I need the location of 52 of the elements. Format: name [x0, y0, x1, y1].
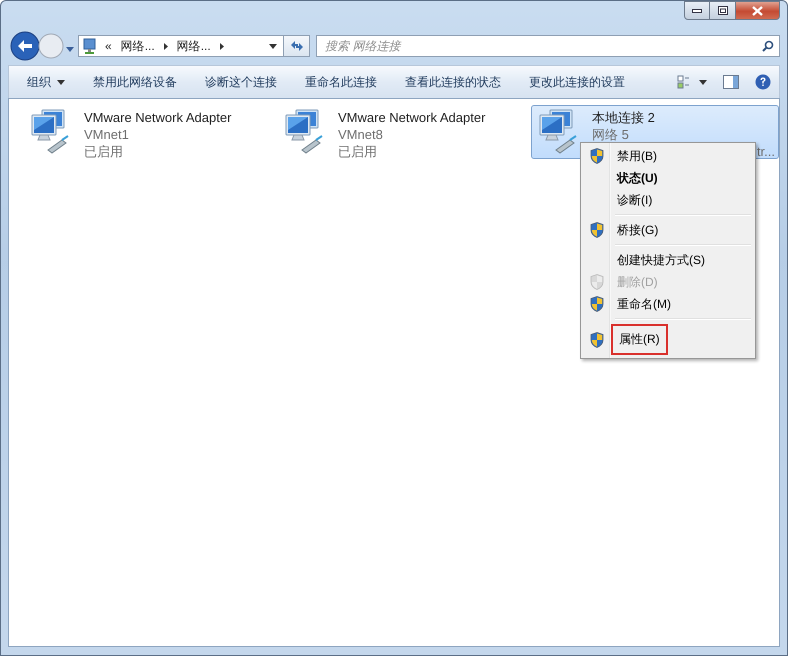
menu-item[interactable]: 状态(U)	[583, 167, 753, 189]
address-bar[interactable]: « 网络... 网络...	[78, 35, 284, 57]
adapter-device: 网络 5	[592, 126, 629, 143]
minimize-icon	[692, 8, 702, 12]
help-button[interactable]	[753, 72, 773, 92]
chevron-icon[interactable]	[220, 42, 224, 50]
preview-pane-button[interactable]	[721, 73, 741, 91]
toolbar-button[interactable]: 重命名此连接	[295, 70, 387, 94]
toolbar-button[interactable]: 更改此连接的设置	[519, 70, 635, 94]
breadcrumb[interactable]: 网络...	[176, 38, 211, 54]
refresh-button[interactable]	[284, 35, 310, 57]
search-field[interactable]: 搜索 网络连接	[316, 35, 780, 57]
adapter-name: 本地连接 2	[592, 109, 655, 126]
search-icon	[762, 40, 774, 52]
adapter-device: VMnet1	[84, 126, 129, 143]
breadcrumb[interactable]: 网络...	[120, 38, 155, 54]
menu-item[interactable]: 创建快捷方式(S)	[583, 249, 753, 271]
dropdown-arrow-icon[interactable]	[269, 44, 277, 48]
close-button[interactable]	[736, 1, 780, 20]
shield-icon	[590, 148, 604, 164]
overflow-crumb[interactable]: «	[105, 39, 112, 53]
close-icon	[752, 6, 763, 16]
adapter-status: 已启用	[338, 143, 377, 160]
network-adapter-tile[interactable]: VMware Network Adapter VMnet1 已启用	[23, 105, 263, 159]
shield-icon	[590, 296, 604, 312]
adapter-name: VMware Network Adapter	[84, 109, 232, 126]
adapter-status: 已启用	[84, 143, 123, 160]
minimize-button[interactable]	[684, 1, 710, 20]
shield-icon	[590, 222, 604, 238]
chevron-icon[interactable]	[164, 42, 168, 50]
menu-item[interactable]: 属性(R)	[583, 323, 753, 356]
menu-item[interactable]: 诊断(I)	[583, 189, 753, 211]
toolbar-button[interactable]: 组织	[17, 70, 75, 94]
back-button[interactable]	[10, 31, 40, 61]
menu-item[interactable]: 桥接(G)	[583, 219, 753, 241]
shield-icon	[590, 274, 604, 290]
network-adapter-tile[interactable]: VMware Network Adapter VMnet8 已启用	[277, 105, 517, 159]
adapter-name: VMware Network Adapter	[338, 109, 486, 126]
maximize-icon	[718, 6, 728, 15]
adapter-status: tr...	[756, 143, 775, 160]
refresh-icon	[290, 40, 304, 52]
toolbar-button[interactable]: 诊断这个连接	[195, 70, 287, 94]
toolbar-button[interactable]: 禁用此网络设备	[83, 70, 187, 94]
shield-icon	[590, 332, 604, 348]
maximize-button[interactable]	[710, 1, 736, 20]
toolbar-button[interactable]: 查看此连接的状态	[395, 70, 511, 94]
adapter-device: VMnet8	[338, 126, 383, 143]
highlight-frame: 属性(R)	[611, 324, 668, 355]
dropdown-arrow-icon	[57, 80, 65, 84]
menu-item[interactable]: 重命名(M)	[583, 293, 753, 315]
view-options-button[interactable]	[675, 73, 709, 91]
network-folder-icon	[82, 38, 98, 54]
